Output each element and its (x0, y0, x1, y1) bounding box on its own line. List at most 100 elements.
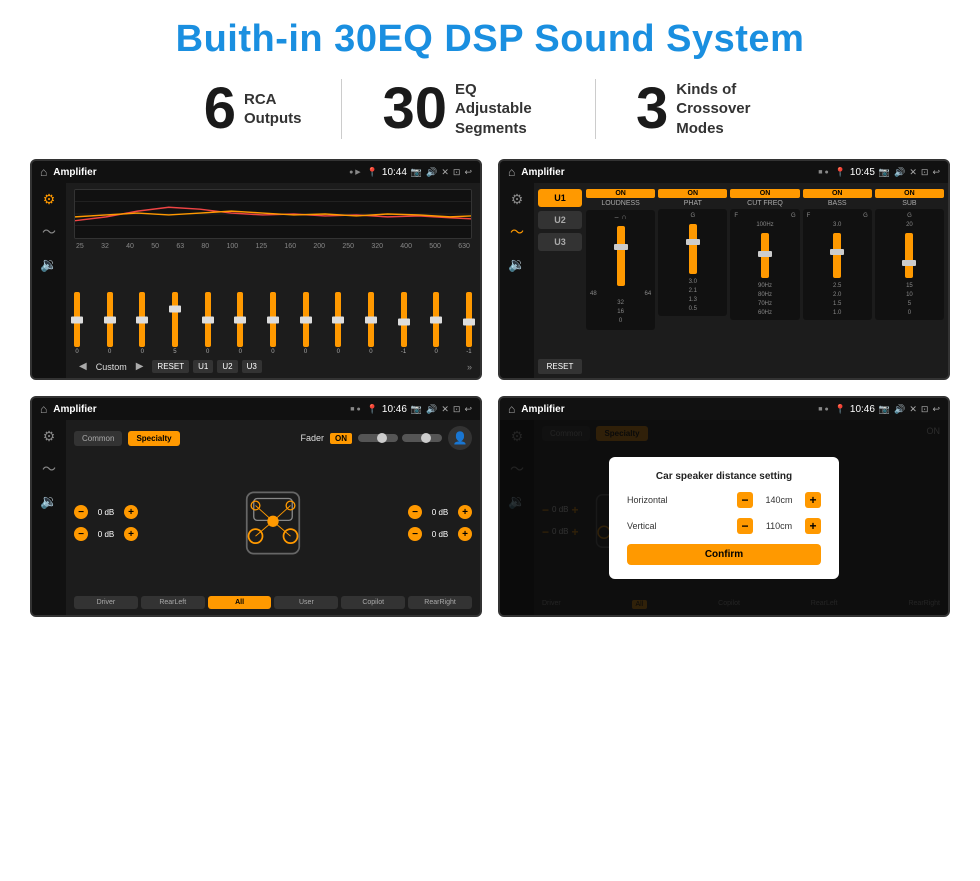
fader-eq-icon[interactable]: ⚙ (43, 428, 56, 445)
eq-icon[interactable]: ⚙ (43, 191, 56, 208)
eq-slider-8[interactable]: 0 (303, 292, 309, 355)
fader-h-slider-1[interactable] (358, 434, 398, 442)
fader-volume-icon: 🔊 (426, 404, 437, 415)
dialog-vertical-value: 110cm (759, 521, 799, 531)
eq-slider-5[interactable]: 0 (205, 292, 211, 355)
xo-channel-loudness: ON LOUDNESS – ∩ 4864 32 16 (586, 189, 655, 374)
wave-icon[interactable]: 〜 (42, 222, 56, 242)
xo-eq-icon[interactable]: ⚙ (511, 191, 524, 208)
dialog-horizontal-plus[interactable]: + (805, 492, 821, 508)
eq-side-icons: ⚙ 〜 🔉 (32, 183, 66, 378)
confirm-button[interactable]: Confirm (627, 544, 821, 565)
eq-u1-btn[interactable]: U1 (193, 360, 213, 373)
xo-cutfreq-area: FG 100Hz 90Hz 80Hz 70Hz 60Hz (730, 209, 799, 320)
eq-dot: ● ▶ (349, 168, 361, 176)
vol-rl-minus[interactable]: − (74, 527, 88, 541)
copilot-btn[interactable]: Copilot (341, 596, 405, 609)
fader-back-icon[interactable]: ↩ (464, 404, 472, 415)
eq-slider-6[interactable]: 0 (237, 292, 243, 355)
dialog-vertical-label: Vertical (627, 521, 731, 531)
eq-status-bar: ⌂ Amplifier ● ▶ 📍 10:44 📷 🔊 ✕ ⊡ ↩ (32, 161, 480, 183)
fader-speaker-area: − 0 dB + − 0 dB + (74, 455, 472, 591)
dialog-home-icon[interactable]: ⌂ (508, 402, 515, 416)
speaker-icon[interactable]: 🔉 (40, 256, 57, 273)
eq-preset-label: Custom (96, 362, 127, 372)
stat-number-eq: 30 (382, 80, 447, 138)
fader-home-icon[interactable]: ⌂ (40, 402, 47, 416)
dialog-horizontal-label: Horizontal (627, 495, 731, 505)
xo-preset-u2[interactable]: U2 (538, 211, 582, 229)
fader-h-slider-2[interactable] (402, 434, 442, 442)
xo-wave-icon[interactable]: 〜 (510, 222, 524, 242)
xo-preset-u3[interactable]: U3 (538, 233, 582, 251)
eq-next-btn[interactable]: ▶ (131, 359, 149, 374)
dialog-back-icon[interactable]: ↩ (932, 404, 940, 415)
distance-dialog: Car speaker distance setting Horizontal … (609, 457, 839, 579)
eq-slider-4[interactable]: 5 (172, 292, 178, 355)
fader-on-btn[interactable]: ON (330, 433, 352, 444)
stat-text-rca: RCAOutputs (244, 90, 302, 129)
vol-rl-plus[interactable]: + (124, 527, 138, 541)
eq-prev-btn[interactable]: ◀ (74, 359, 92, 374)
eq-screen: ⚙ 〜 🔉 (32, 183, 480, 378)
home-icon[interactable]: ⌂ (40, 165, 47, 179)
vol-fl-plus[interactable]: + (124, 505, 138, 519)
rearleft-btn[interactable]: RearLeft (141, 596, 205, 609)
eq-slider-11[interactable]: -1 (401, 292, 407, 355)
dialog-vertical-plus[interactable]: + (805, 518, 821, 534)
close-icon: ✕ (441, 167, 449, 178)
eq-status-icons: 📍 10:44 📷 🔊 ✕ ⊡ ↩ (367, 167, 472, 178)
eq-slider-7[interactable]: 0 (270, 292, 276, 355)
vol-fr-plus[interactable]: + (458, 505, 472, 519)
eq-controls: ◀ Custom ▶ RESET U1 U2 U3 » (74, 359, 472, 374)
xo-sub-header: ON (875, 189, 944, 198)
eq-slider-13[interactable]: -1 (466, 292, 472, 355)
fader-screen: ⚙ 〜 🔉 Common Specialty Fader ON (32, 420, 480, 615)
xo-preset-u1[interactable]: U1 (538, 189, 582, 207)
eq-slider-12[interactable]: 0 (433, 292, 439, 355)
xo-spk-icon[interactable]: 🔉 (508, 256, 525, 273)
xo-reset-btn[interactable]: RESET (538, 359, 582, 374)
eq-slider-2[interactable]: 0 (107, 292, 113, 355)
expand-icon[interactable]: » (467, 362, 472, 372)
eq-u3-btn[interactable]: U3 (242, 360, 262, 373)
eq-reset-btn[interactable]: RESET (152, 360, 189, 373)
vol-rr-plus[interactable]: + (458, 527, 472, 541)
fader-settings-icon[interactable]: 👤 (448, 426, 472, 450)
eq-slider-10[interactable]: 0 (368, 292, 374, 355)
stat-rca: 6 RCAOutputs (164, 80, 342, 138)
xo-bass-header: ON (803, 189, 872, 198)
eq-slider-3[interactable]: 0 (139, 292, 145, 355)
stat-eq: 30 EQ AdjustableSegments (342, 80, 595, 139)
xo-presets: U1 U2 U3 RESET (538, 189, 582, 374)
eq-freq-labels: 253240506380100125160200250320400500630 (74, 243, 472, 250)
dialog-vertical-minus[interactable]: − (737, 518, 753, 534)
user-btn[interactable]: User (274, 596, 338, 609)
rearright-btn[interactable]: RearRight (408, 596, 472, 609)
xo-back-icon[interactable]: ↩ (932, 167, 940, 178)
xo-channel-bass: ON BASS FG 3.0 2.5 2.0 1.5 1.0 (803, 189, 872, 374)
fader-left-vols: − 0 dB + − 0 dB + (74, 505, 138, 541)
specialty-tab[interactable]: Specialty (128, 431, 179, 446)
driver-btn[interactable]: Driver (74, 596, 138, 609)
eq-slider-9[interactable]: 0 (335, 292, 341, 355)
eq-main: 253240506380100125160200250320400500630 … (66, 183, 480, 378)
vol-rr-minus[interactable]: − (408, 527, 422, 541)
vol-fl-minus[interactable]: − (74, 505, 88, 519)
xo-phat-header: ON (658, 189, 727, 198)
all-btn[interactable]: All (208, 596, 272, 609)
eq-u2-btn[interactable]: U2 (217, 360, 237, 373)
xo-channel-phat: ON PHAT G 3.0 2.1 1.3 0.5 (658, 189, 727, 374)
stat-number-xo: 3 (636, 80, 668, 138)
eq-time: 10:44 (382, 167, 407, 178)
vol-fr-minus[interactable]: − (408, 505, 422, 519)
dialog-horizontal-minus[interactable]: − (737, 492, 753, 508)
xo-home-icon[interactable]: ⌂ (508, 165, 515, 179)
page-title: Buith-in 30EQ DSP Sound System (176, 18, 805, 61)
xo-bass-area: FG 3.0 2.5 2.0 1.5 1.0 (803, 209, 872, 320)
eq-slider-1[interactable]: 0 (74, 292, 80, 355)
fader-spk-icon[interactable]: 🔉 (40, 493, 57, 510)
common-tab[interactable]: Common (74, 431, 122, 446)
fader-wave-icon[interactable]: 〜 (42, 459, 56, 479)
back-icon[interactable]: ↩ (464, 167, 472, 178)
